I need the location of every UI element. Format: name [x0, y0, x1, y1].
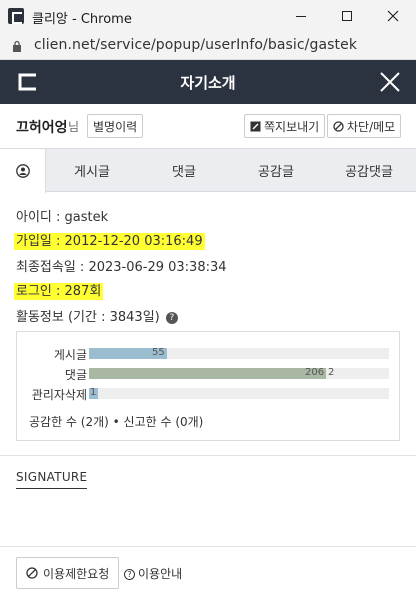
stat-bar-admin-deleted-track: 1 [89, 387, 389, 399]
join-date-text: 가입일 : 2012-12-20 03:16:49 [14, 233, 205, 250]
url-text[interactable]: clien.net/service/popup/userInfo/basic/g… [34, 37, 357, 53]
activity-info: 활동정보 (기간 : 3843일) ? [16, 306, 178, 325]
close-icon[interactable] [378, 70, 402, 94]
stat-label-comments: 댓글 [64, 368, 87, 382]
clien-app-icon [8, 8, 24, 24]
tab-posts[interactable]: 게시글 [46, 149, 138, 191]
activity-info-text: 활동정보 (기간 : 3843일) [16, 310, 160, 325]
popup-header: 자기소개 [0, 60, 416, 104]
block-icon [333, 120, 344, 132]
user-icon [15, 164, 30, 178]
login-count-text: 로그인 : 287회 [14, 283, 104, 300]
stat-bar-comments [89, 368, 326, 379]
user-nickname: 끄허어엉 [16, 120, 68, 136]
question-icon: ? [124, 569, 135, 580]
divider [0, 455, 416, 456]
stat-bar-posts-track: 55 [89, 347, 389, 359]
window-close-button[interactable] [370, 0, 416, 32]
restriction-request-label: 이용제한요청 [43, 566, 110, 581]
help-icon[interactable]: ? [165, 311, 178, 324]
block-memo-button[interactable]: 차단/메모 [327, 114, 402, 138]
stat-label-posts: 게시글 [53, 348, 87, 362]
block-memo-label: 차단/메모 [347, 119, 396, 134]
tab-liked-comments[interactable]: 공감댓글 [322, 149, 416, 191]
pencil-icon [250, 121, 261, 131]
usage-guide-label: 이용안내 [138, 567, 183, 581]
send-message-button[interactable]: 쪽지보내기 [244, 114, 326, 138]
nickname-suffix: 님 [68, 120, 80, 134]
last-login-date: 최종접속일 : 2023-06-29 03:38:34 [16, 260, 227, 275]
stat-value-comments-extra: 2 [328, 367, 335, 378]
stats-summary: 공감한 수 (2개) • 신고한 수 (0개) [29, 415, 204, 429]
window-titlebar: 클리앙 - Chrome [0, 0, 416, 32]
window-title: 클리앙 - Chrome [32, 12, 132, 27]
signature-heading: SIGNATURE [16, 470, 88, 489]
lock-icon [13, 40, 21, 52]
profile-tabs: 게시글 댓글 공감글 공감댓글 [0, 148, 416, 193]
divider [0, 546, 416, 547]
stat-value-posts: 55 [152, 347, 165, 358]
tab-profile[interactable] [0, 149, 46, 193]
minimize-button[interactable] [278, 0, 324, 32]
stat-label-admin-deleted: 관리자삭제 [31, 388, 87, 402]
restriction-request-button[interactable]: 이용제한요청 [16, 557, 120, 589]
join-date: 가입일 : 2012-12-20 03:16:49 [14, 230, 205, 250]
login-count: 로그인 : 287회 [14, 280, 104, 300]
usage-guide-link[interactable]: ? 이용안내 [124, 565, 182, 582]
user-id: 아이디 : gastek [16, 210, 109, 225]
activity-stats: 게시글 55 댓글 206 2 관리자삭제 1 공감한 수 (2개) • 신고한… [16, 331, 400, 441]
page-title: 자기소개 [180, 74, 236, 92]
nickname-history-label: 별명이력 [93, 119, 138, 134]
send-message-label: 쪽지보내기 [264, 119, 320, 134]
maximize-button[interactable] [324, 0, 370, 32]
block-icon [26, 567, 38, 579]
tab-comments[interactable]: 댓글 [138, 149, 230, 191]
tab-liked-posts[interactable]: 공감글 [230, 149, 322, 191]
nickname-history-button[interactable]: 별명이력 [87, 114, 144, 138]
stat-bar-comments-track: 206 2 [89, 367, 389, 379]
address-bar[interactable]: clien.net/service/popup/userInfo/basic/g… [0, 32, 416, 60]
stat-value-admin-deleted: 1 [90, 387, 97, 398]
stat-value-comments: 206 [305, 367, 325, 378]
